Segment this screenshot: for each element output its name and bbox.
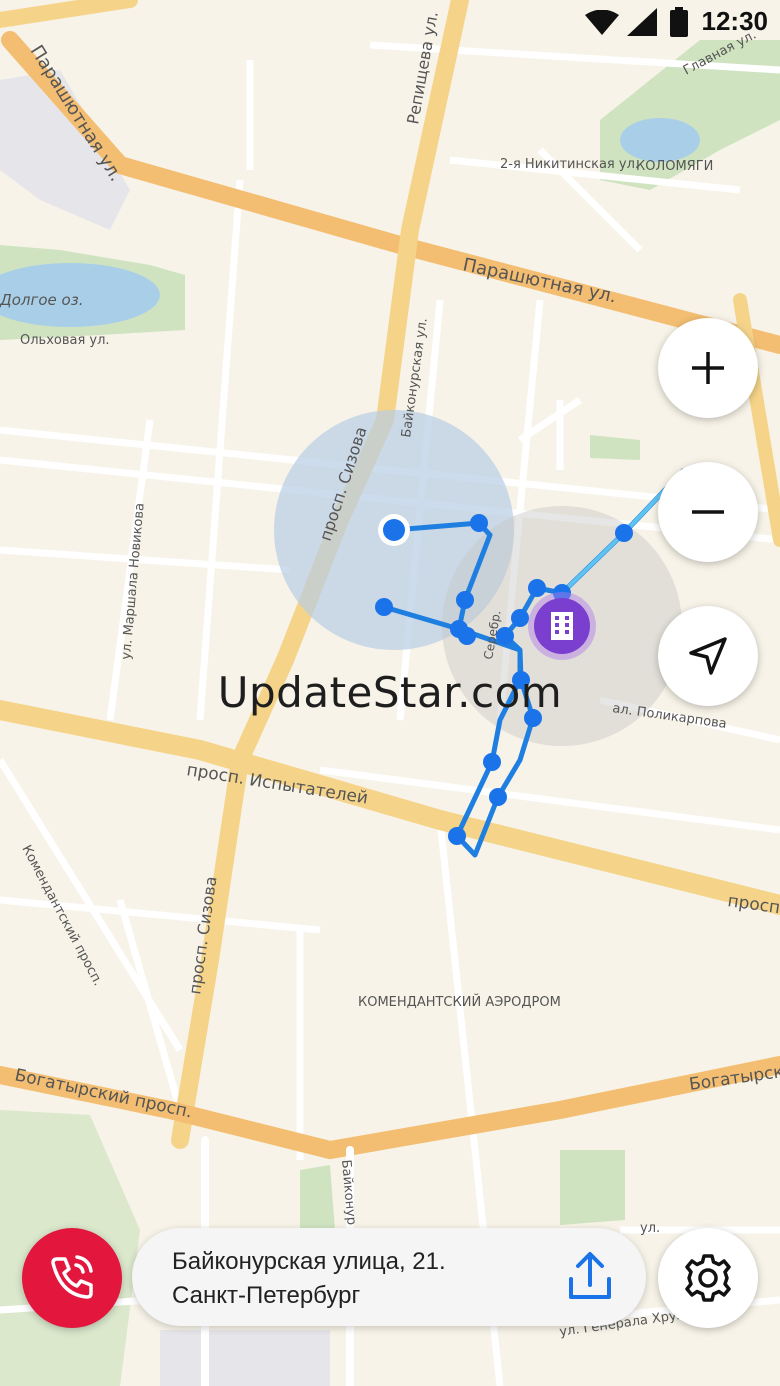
minus-icon [692,510,724,514]
phone-ring-icon [51,1255,93,1299]
building-marker[interactable] [528,592,596,660]
building-icon [551,612,573,640]
address-line-1: Байконурская улица, 21. [172,1248,446,1275]
settings-button[interactable] [658,1228,758,1328]
water-label: Долгое оз. [0,291,83,309]
street-label-nikitinskaya: 2-я Никитинская ул. [500,157,639,172]
share-upload-icon [569,1252,611,1299]
address-line-2: Санкт-Петербург [172,1282,361,1309]
district-label-aerodrome: КОМЕНДАНТСКИЙ АЭРОДРОМ [358,994,561,1010]
call-button[interactable] [22,1228,122,1328]
street-label-olkhovaya: Ольховая ул. [20,333,110,348]
address-card[interactable]: Байконурская улица, 21. Санкт-Петербург [132,1228,646,1326]
share-button[interactable] [560,1246,620,1306]
status-bar: 12:30 [0,0,780,44]
zoom-in-button[interactable] [658,318,758,418]
district-label-kolomyagi: КОЛОМЯГИ [636,159,713,174]
plus-icon [692,352,724,384]
gear-icon [685,1254,731,1302]
wifi-icon [585,10,619,35]
battery-icon [670,7,688,37]
street-label-bottom: ул. [640,1221,660,1236]
watermark: UpdateStar.com [217,668,563,717]
signal-icon [627,8,657,36]
status-time: 12:30 [701,6,769,36]
zoom-out-button[interactable] [658,462,758,562]
